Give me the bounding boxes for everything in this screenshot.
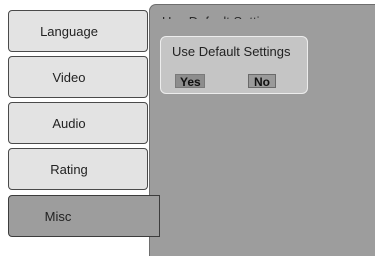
tab-audio[interactable]: Audio (8, 102, 148, 144)
setup-screen: Language Video Audio Rating Use Default … (0, 0, 375, 256)
confirm-dialog: Use Default Settings Yes No (160, 36, 308, 94)
tab-audio-label: Audio (52, 115, 86, 131)
tab-misc-label: Misc (44, 208, 72, 224)
no-button[interactable]: No (248, 74, 276, 89)
dialog-title: Use Default Settings (172, 44, 291, 59)
tab-video[interactable]: Video (8, 56, 148, 98)
panel-heading: Use Default Settings (162, 7, 281, 19)
yes-button[interactable]: Yes (175, 74, 205, 89)
tab-rating-label: Rating (50, 161, 88, 177)
tab-misc[interactable]: Misc (8, 195, 160, 237)
tab-language[interactable]: Language (8, 10, 148, 52)
tab-video-label: Video (52, 69, 86, 85)
tab-rating[interactable]: Rating (8, 148, 148, 190)
tab-language-label: Language (40, 23, 98, 39)
